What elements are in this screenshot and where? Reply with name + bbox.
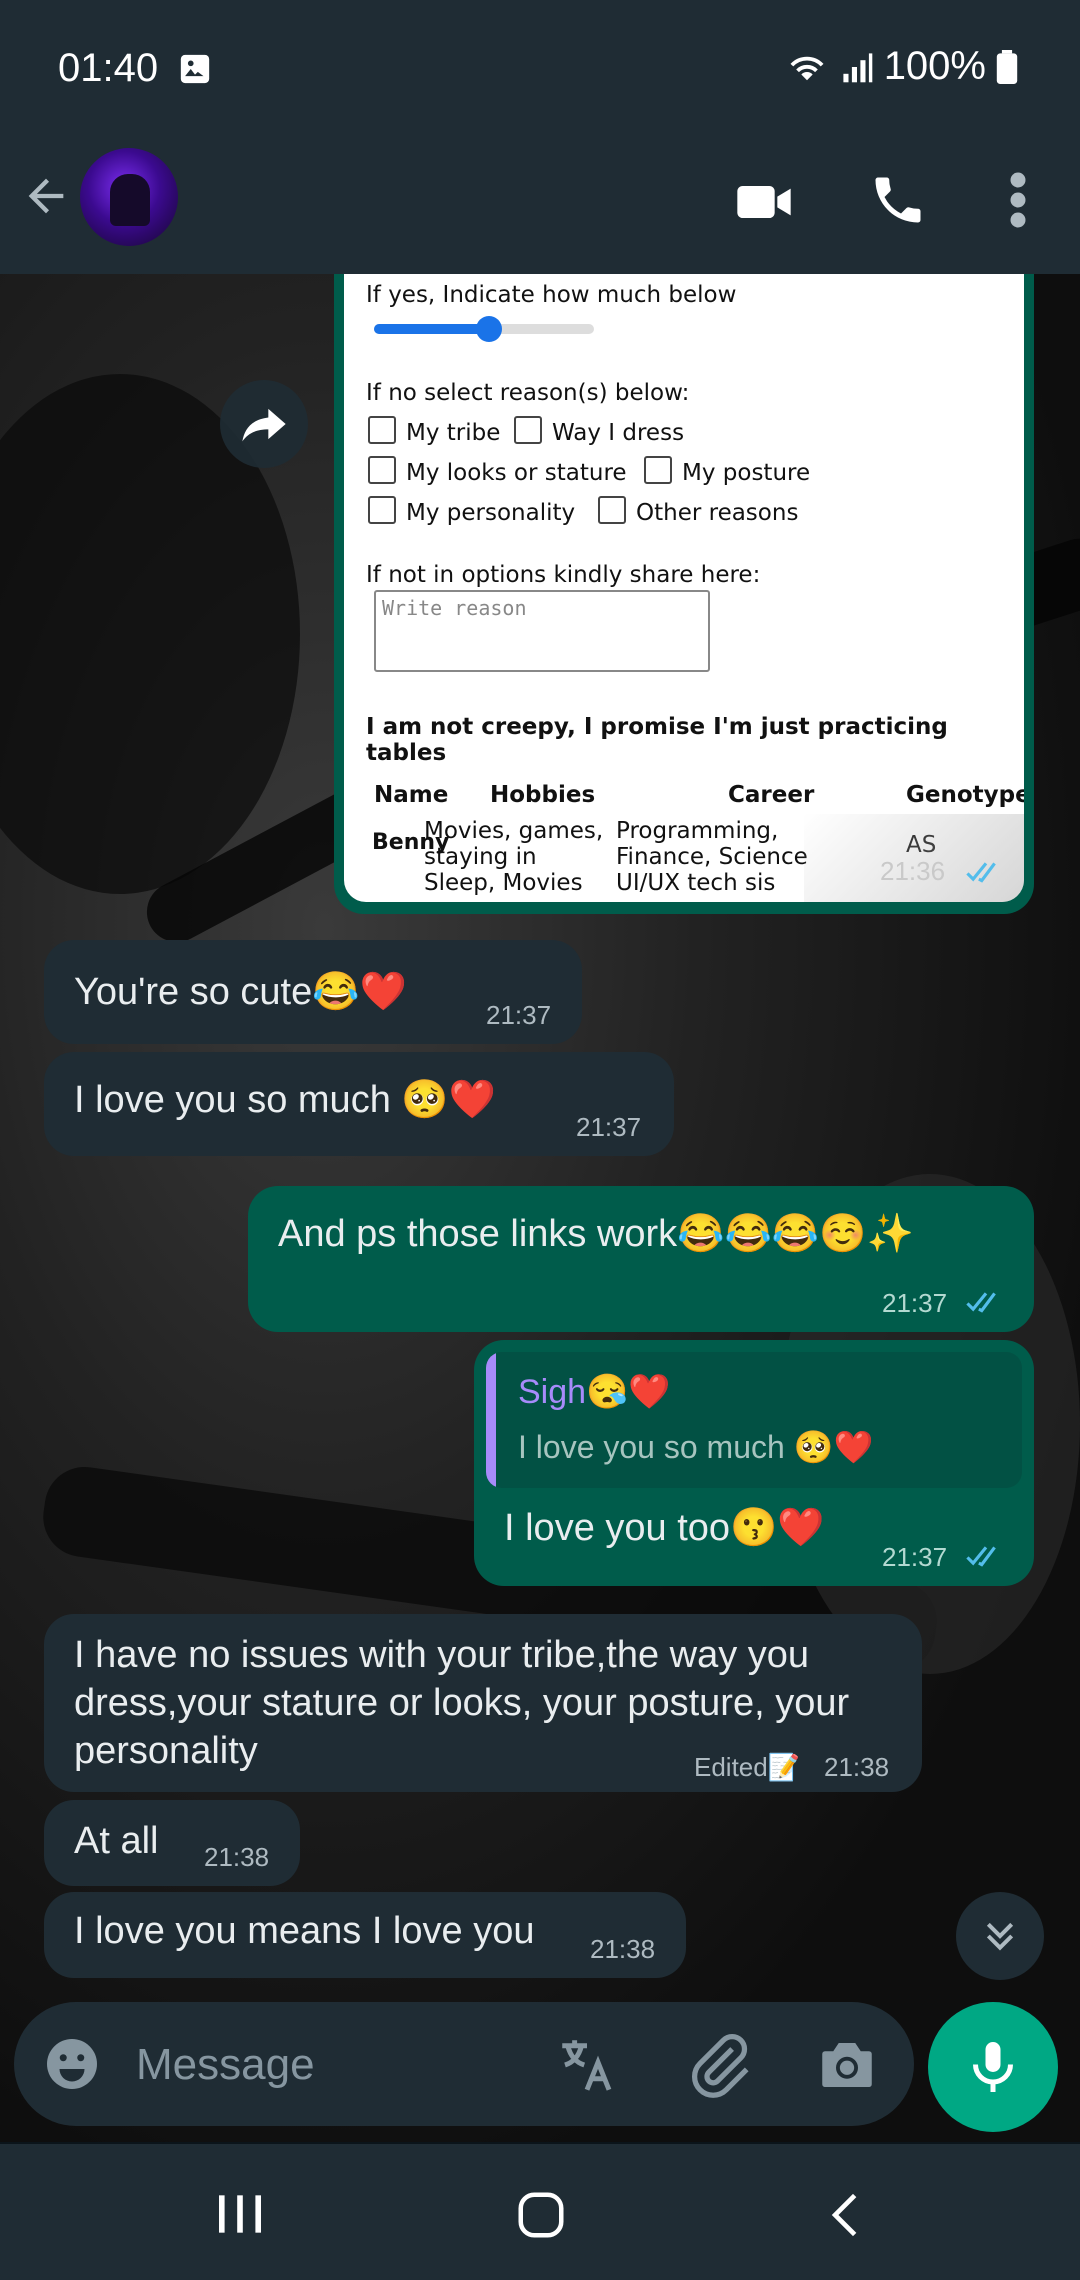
scroll-to-bottom-button[interactable] [956, 1892, 1044, 1980]
gallery-icon [180, 54, 210, 84]
status-bar: 01:40 100% [0, 0, 1080, 140]
message-compose-bar: Message [14, 2002, 914, 2126]
video-call-icon[interactable] [732, 170, 796, 234]
message-text-line: personality [74, 1730, 258, 1772]
message-text: I love you so much 🥺❤️ [74, 1079, 497, 1121]
table-header: Hobbies [490, 782, 596, 808]
message-time: 21:37 [576, 1112, 642, 1142]
message-text: I love you means I love you [74, 1910, 535, 1952]
message-time: 21:38 [590, 1934, 656, 1964]
forward-icon [242, 408, 286, 442]
message-input[interactable]: Message [136, 2040, 315, 2090]
incoming-message[interactable]: I have no issues with your tribe,the way… [44, 1614, 922, 1792]
message-time: 21:38 [824, 1752, 890, 1782]
message-time: 21:36 [880, 856, 946, 886]
table-cell: Movies, games, [424, 818, 604, 844]
slider-fill [374, 324, 488, 334]
checkbox [368, 496, 396, 524]
read-ticks-icon [966, 1546, 996, 1567]
signal-icon [843, 52, 872, 82]
other-question: If not in options kindly share here: [366, 562, 761, 588]
checkbox [644, 456, 672, 484]
checkbox [368, 416, 396, 444]
table-title: I am not creepy, I promise I'm just prac… [366, 714, 948, 766]
checkbox-label: Other reasons [636, 500, 799, 526]
checkbox [598, 496, 626, 524]
voice-record-button[interactable] [928, 2002, 1058, 2132]
translate-icon[interactable] [554, 2032, 620, 2098]
checkbox-label: My posture [682, 460, 811, 486]
checkbox-label: My looks or stature [406, 460, 627, 486]
checkbox-label: My personality [406, 500, 576, 526]
message-time: 21:37 [882, 1542, 948, 1572]
voice-call-icon[interactable] [868, 170, 928, 230]
back-arrow-icon[interactable] [20, 170, 72, 222]
checkbox-label: Way I dress [552, 420, 685, 446]
slider-question: If yes, Indicate how much below [366, 282, 737, 308]
quoted-message[interactable]: Sigh😪❤️ I love you so much 🥺❤️ [486, 1352, 1022, 1488]
checkbox [514, 416, 542, 444]
camera-icon[interactable] [814, 2032, 880, 2098]
message-text-line: dress,your stature or looks, your postur… [74, 1682, 850, 1724]
system-navigation-bar [0, 2144, 1080, 2280]
outgoing-message[interactable]: And ps those links work😂😂😂☺️✨ 21:37 [248, 1186, 1034, 1332]
edited-label: Edited📝 [694, 1752, 801, 1782]
read-ticks-icon [966, 1292, 996, 1313]
message-text: At all [74, 1820, 159, 1862]
read-ticks-icon [966, 862, 996, 883]
battery-icon [996, 49, 1018, 84]
reason-textarea: Write reason [374, 590, 710, 672]
checkbox-label: My tribe [406, 420, 501, 446]
message-text: I love you too😗❤️ [504, 1507, 825, 1549]
home-icon[interactable] [514, 2188, 568, 2242]
table-cell: Programming, [616, 818, 779, 844]
incoming-message[interactable]: At all 21:38 [44, 1800, 300, 1886]
table-cell: staying in [424, 844, 537, 870]
microphone-icon [973, 2042, 1013, 2092]
incoming-message[interactable]: I love you so much 🥺❤️ 21:37 [44, 1052, 674, 1156]
message-text-line: I have no issues with your tribe,the way… [74, 1634, 810, 1676]
chat-header [0, 140, 1080, 274]
table-cell: UI/UX tech sis [616, 870, 776, 896]
table-header: Career [728, 782, 815, 808]
table-cell: Sleep, Movies [424, 870, 583, 896]
slider-knob [476, 316, 502, 342]
outgoing-reply-message[interactable]: Sigh😪❤️ I love you so much 🥺❤️ I love yo… [474, 1340, 1034, 1586]
status-right: 100% [784, 44, 1018, 89]
quote-text: I love you so much 🥺❤️ [518, 1429, 874, 1465]
table-cell: Finance, Science [616, 844, 808, 870]
checkbox [368, 456, 396, 484]
wifi-icon [790, 56, 824, 80]
recent-apps-icon[interactable] [212, 2190, 268, 2238]
message-time: 21:37 [486, 1000, 552, 1030]
table-header: Name [374, 782, 449, 808]
message-time: 21:38 [204, 1842, 270, 1872]
message-text: And ps those links work😂😂😂☺️✨ [278, 1213, 914, 1255]
more-options-icon[interactable] [1000, 170, 1036, 230]
emoji-icon[interactable] [42, 2034, 102, 2094]
battery-percent: 100% [883, 44, 986, 88]
back-nav-icon[interactable] [820, 2188, 872, 2242]
status-time: 01:40 [58, 46, 159, 90]
double-chevron-down-icon [986, 1922, 1014, 1951]
incoming-message[interactable]: I love you means I love you 21:38 [44, 1892, 686, 1978]
form-screenshot: If yes, Indicate how much below If no se… [344, 274, 1024, 902]
forward-button[interactable] [220, 380, 308, 468]
quote-author: Sigh😪❤️ [518, 1373, 671, 1411]
message-time: 21:37 [882, 1288, 948, 1318]
attach-icon[interactable] [684, 2030, 754, 2100]
image-message[interactable]: If yes, Indicate how much below If no se… [334, 274, 1034, 914]
table-header: Genotype [906, 782, 1024, 808]
reasons-question: If no select reason(s) below: [366, 380, 690, 406]
message-text: You're so cute😂❤️ [74, 971, 407, 1013]
contact-avatar[interactable] [80, 148, 178, 246]
incoming-message[interactable]: You're so cute😂❤️ 21:37 [44, 940, 582, 1044]
